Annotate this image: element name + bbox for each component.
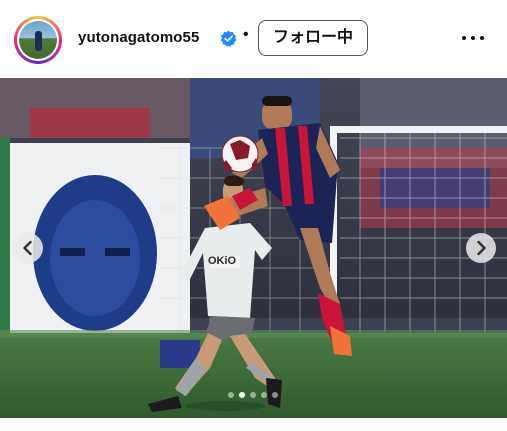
username[interactable]: yutonagatomo55 (78, 29, 199, 46)
carousel-dot (250, 392, 256, 398)
chevron-left-icon[interactable] (13, 233, 43, 263)
match-photo-illustration: OKiO (0, 78, 507, 418)
post-header: yutonagatomo55 • フォロー中 (0, 0, 507, 78)
avatar[interactable] (14, 16, 62, 64)
avatar-image (19, 21, 57, 59)
shirt-sponsor-text: OKiO (208, 255, 237, 267)
verified-badge-icon (220, 30, 237, 47)
following-button[interactable]: フォロー中 (258, 20, 368, 56)
more-options-icon[interactable] (462, 33, 484, 43)
chevron-right-icon[interactable] (466, 233, 496, 263)
carousel-dot (272, 392, 278, 398)
carousel-dot (228, 392, 234, 398)
carousel-indicator (228, 392, 278, 398)
post-footer-strip (0, 418, 507, 431)
post-photo[interactable]: OKiO (0, 78, 507, 418)
separator-dot: • (243, 26, 249, 43)
carousel-dot (261, 392, 267, 398)
carousel-dot-active (239, 392, 245, 398)
